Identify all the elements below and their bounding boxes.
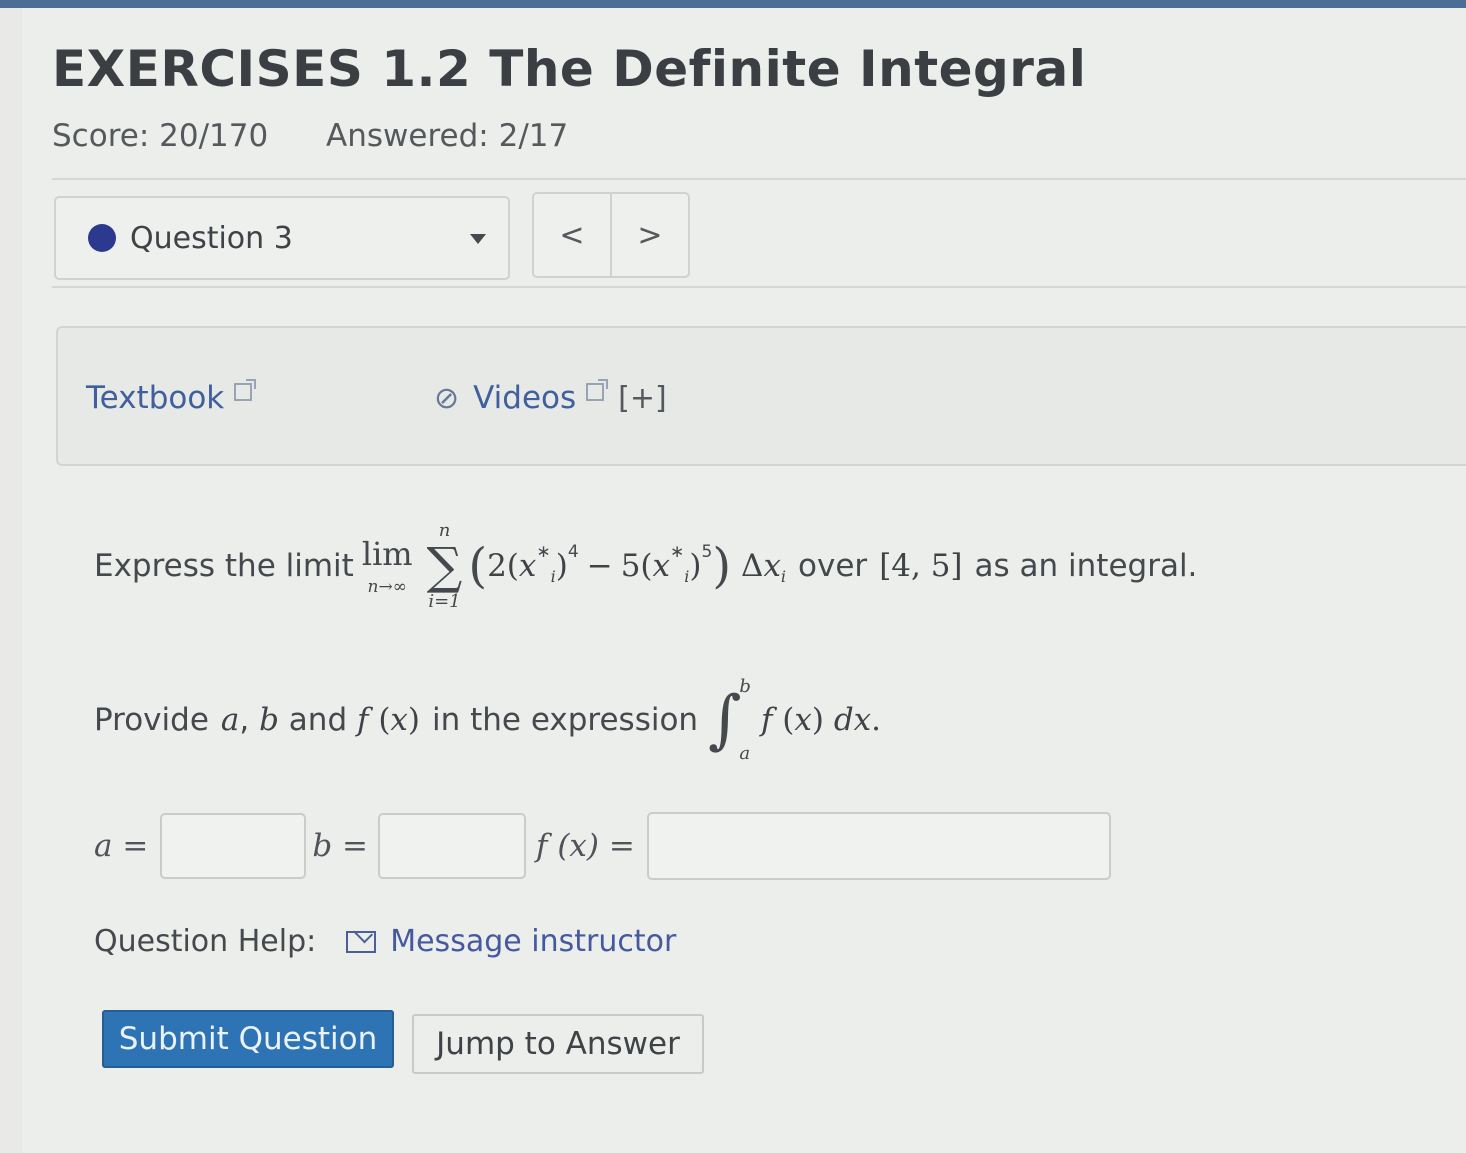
submit-question-button[interactable]: Submit Question [102, 1010, 394, 1068]
f-label: f (x) = [536, 828, 635, 864]
score-text: Score: 20/170 [52, 118, 269, 154]
divider [52, 178, 1466, 180]
problem-statement: Express the limit lim n→∞ n ∑ i=1 (2(x ∗ i… [94, 520, 1198, 612]
sum-lower: i=1 [428, 591, 461, 612]
paperclip-icon: ⊘ [434, 380, 460, 416]
provide-mid: in the expression [432, 702, 699, 738]
message-instructor-link[interactable]: Message instructor [390, 924, 676, 959]
a-label: a = [94, 828, 149, 864]
integral-symbol: ∫ [708, 683, 742, 757]
top-accent-bar [0, 0, 1466, 8]
over-text: over [798, 548, 868, 584]
external-link-icon [234, 379, 257, 401]
interval: [4, 5] [879, 548, 963, 584]
b-label: b = [312, 828, 368, 864]
next-question-button[interactable]: > [610, 194, 688, 276]
question-pager: < > [532, 192, 690, 278]
expand-videos-toggle[interactable]: [+] [618, 381, 667, 416]
videos-label: Videos [473, 380, 577, 416]
previous-question-button[interactable]: < [534, 194, 610, 276]
jump-to-answer-button[interactable]: Jump to Answer [412, 1014, 704, 1074]
question-help: Question Help: Message instructor [94, 924, 676, 959]
videos-link[interactable]: ⊘ Videos [+] [434, 379, 667, 416]
divider [52, 286, 1466, 288]
lim-text: lim [361, 535, 413, 573]
answered-text: Answered: 2/17 [326, 118, 569, 154]
external-link-icon [586, 379, 609, 401]
sigma-symbol: ∑ [426, 537, 463, 595]
caret-down-icon [470, 234, 486, 244]
summand: ( [468, 538, 488, 594]
answer-row: a = b = f (x) = [94, 806, 1111, 886]
question-status-dot-icon [88, 224, 116, 252]
provide-start: Provide [94, 702, 209, 738]
envelope-icon [346, 930, 377, 953]
prompt-end: as an integral. [974, 548, 1198, 584]
textbook-link[interactable]: Textbook [86, 379, 257, 416]
textbook-label: Textbook [86, 380, 225, 416]
limit-expression: lim n→∞ [362, 535, 413, 597]
lim-subscript: n→∞ [367, 577, 407, 597]
integral-lower-limit: a [739, 743, 751, 764]
question-select-label: Question 3 [130, 220, 293, 256]
b-input[interactable] [378, 813, 526, 879]
question-select[interactable]: Question 3 [54, 196, 510, 280]
score-summary: Score: 20/170 Answered: 2/17 [52, 118, 568, 154]
page-title: EXERCISES 1.2 The Definite Integral [52, 40, 1087, 98]
help-label: Question Help: [94, 924, 317, 959]
f-input[interactable] [646, 812, 1111, 880]
sum-expression: n ∑ i=1 [427, 520, 463, 612]
a-input[interactable] [160, 813, 307, 879]
integral-expression: ∫ b a [708, 676, 751, 764]
prompt-start: Express the limit [94, 548, 354, 584]
provide-statement: Provide a, b and f (x) in the expression… [94, 676, 882, 764]
integral-upper-limit: b [739, 676, 751, 697]
resources-panel: Textbook ⊘ Videos [+] [56, 326, 1466, 466]
